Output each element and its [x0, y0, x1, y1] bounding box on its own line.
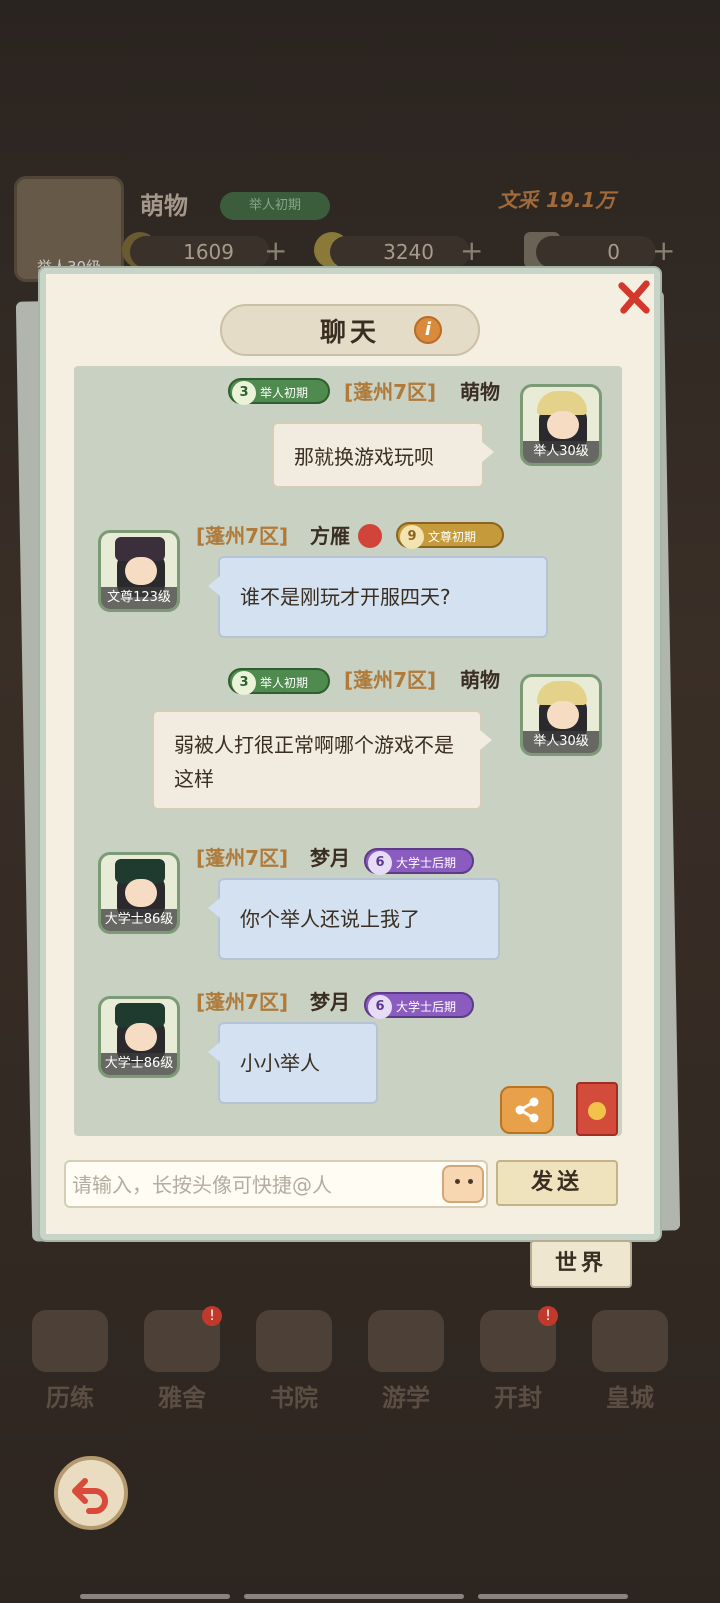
avatar-level: 举人30级 [523, 731, 599, 753]
avatar-face [125, 879, 157, 907]
avatar-level: 大学士86级 [101, 1053, 177, 1075]
academy-gate-icon [256, 1310, 332, 1372]
home-indicator [244, 1594, 464, 1599]
rank-label: 文尊初期 [428, 530, 477, 544]
emoji-button[interactable] [442, 1165, 484, 1203]
nav-label: 书院 [270, 1384, 318, 1412]
info-icon[interactable]: i [414, 316, 442, 344]
avatar-level: 文尊123级 [101, 587, 177, 609]
back-button[interactable] [54, 1456, 128, 1530]
message-avatar[interactable]: 大学士86级 [98, 996, 180, 1078]
emoji-face-icon [455, 1179, 460, 1184]
share-button[interactable] [500, 1086, 554, 1134]
nav-item-huangcheng[interactable]: 皇城 [580, 1310, 680, 1412]
message-avatar[interactable]: 大学士86级 [98, 852, 180, 934]
copper-plus-button[interactable]: + [264, 234, 287, 267]
rank-label: 举人初期 [260, 386, 309, 400]
rank-label: 大学士后期 [396, 1000, 457, 1014]
message-server: [蓬州7区] [196, 990, 289, 1014]
rank-badge: 3 举人初期 [228, 378, 330, 405]
nav-item-yashe[interactable]: 雅舍 ! [132, 1306, 232, 1412]
rank-label: 举人初期 [260, 676, 309, 690]
home-indicator [80, 1594, 230, 1599]
nav-label: 雅舍 [158, 1384, 206, 1412]
ticket-plus-button[interactable]: + [652, 234, 675, 267]
nav-item-youxue[interactable]: 游学 [356, 1310, 456, 1412]
message-username[interactable]: 萌物 [460, 376, 500, 405]
rank-badge: 6 大学士后期 [364, 848, 474, 875]
message-avatar[interactable]: 文尊123级 [98, 530, 180, 612]
nav-item-kaifeng[interactable]: 开封 ! [468, 1306, 568, 1412]
message-bubble[interactable]: 那就换游戏玩呗 [272, 422, 494, 488]
gold-plus-button[interactable]: + [460, 234, 483, 267]
nav-item-lilian[interactable]: 历练 [20, 1310, 120, 1412]
avatar-face [125, 557, 157, 585]
wencai-display: 文采 19.1万 [490, 184, 615, 213]
message-username[interactable]: 梦月 [310, 842, 350, 871]
emoji-face-icon [468, 1179, 473, 1184]
palace-icon [592, 1310, 668, 1372]
notification-badge: ! [202, 1306, 222, 1326]
message-server: [蓬州7区] [344, 380, 437, 404]
chat-input[interactable] [70, 1166, 434, 1204]
message-bubble[interactable]: 弱被人打很正常啊哪个游戏不是这样 [152, 710, 492, 810]
nav-item-shuyuan[interactable]: 书院 [244, 1310, 344, 1412]
nav-label: 游学 [382, 1384, 430, 1412]
wencai-label: 文采 [498, 188, 538, 212]
rank-number: 3 [232, 671, 256, 695]
message-avatar[interactable]: 举人30级 [520, 384, 602, 466]
close-button[interactable] [614, 276, 656, 318]
fan-brush-icon [32, 1310, 108, 1372]
home-indicator [478, 1594, 628, 1599]
red-envelope-icon [588, 1102, 606, 1120]
gold-value: 3240 [330, 236, 470, 268]
message-username[interactable]: 方雁 [310, 520, 350, 549]
message-avatar[interactable]: 举人30级 [520, 674, 602, 756]
rank-number: 3 [232, 381, 256, 405]
back-arrow-icon [72, 1478, 108, 1514]
send-button[interactable]: 发送 [496, 1160, 618, 1206]
ticket-value: 0 [536, 236, 656, 268]
rank-number: 6 [368, 851, 392, 875]
share-icon [515, 1097, 539, 1123]
rank-number: 9 [400, 525, 424, 549]
panel-title: 聊天 [320, 318, 381, 348]
player-name: 萌物 [140, 192, 188, 220]
lantern-ornament-icon [358, 524, 382, 548]
nav-label: 皇城 [606, 1384, 654, 1412]
copper-value: 1609 [130, 236, 270, 268]
red-envelope-button[interactable] [576, 1082, 618, 1136]
nav-label: 开封 [494, 1384, 542, 1412]
avatar-level: 大学士86级 [101, 909, 177, 931]
wencai-value: 19.1万 [546, 188, 616, 212]
nav-label: 历练 [46, 1384, 94, 1412]
avatar-level: 举人30级 [523, 441, 599, 463]
player-rank-badge: 举人初期 [220, 192, 330, 220]
message-server: [蓬州7区] [196, 846, 289, 870]
rank-number: 6 [368, 995, 392, 1019]
message-server: [蓬州7区] [196, 524, 289, 548]
rank-badge: 3 举人初期 [228, 668, 330, 695]
message-username[interactable]: 萌物 [460, 664, 500, 693]
message-bubble[interactable]: 谁不是刚玩才开服四天? [208, 556, 548, 638]
avatar-face [547, 411, 579, 439]
rank-badge: 9 文尊初期 [396, 522, 504, 549]
message-bubble[interactable]: 你个举人还说上我了 [208, 878, 500, 960]
notification-badge: ! [538, 1306, 558, 1326]
mountain-icon [368, 1310, 444, 1372]
channel-world-tab[interactable]: 世界 [530, 1240, 632, 1288]
avatar-face [547, 701, 579, 729]
close-icon [618, 280, 650, 314]
message-server: [蓬州7区] [344, 668, 437, 692]
player-avatar[interactable]: 举人30级 [14, 176, 124, 282]
rank-label: 大学士后期 [396, 856, 457, 870]
rank-badge: 6 大学士后期 [364, 992, 474, 1019]
chat-input-field[interactable] [64, 1160, 488, 1208]
message-bubble[interactable]: 小小举人 [208, 1022, 378, 1104]
avatar-face [125, 1023, 157, 1051]
message-username[interactable]: 梦月 [310, 986, 350, 1015]
